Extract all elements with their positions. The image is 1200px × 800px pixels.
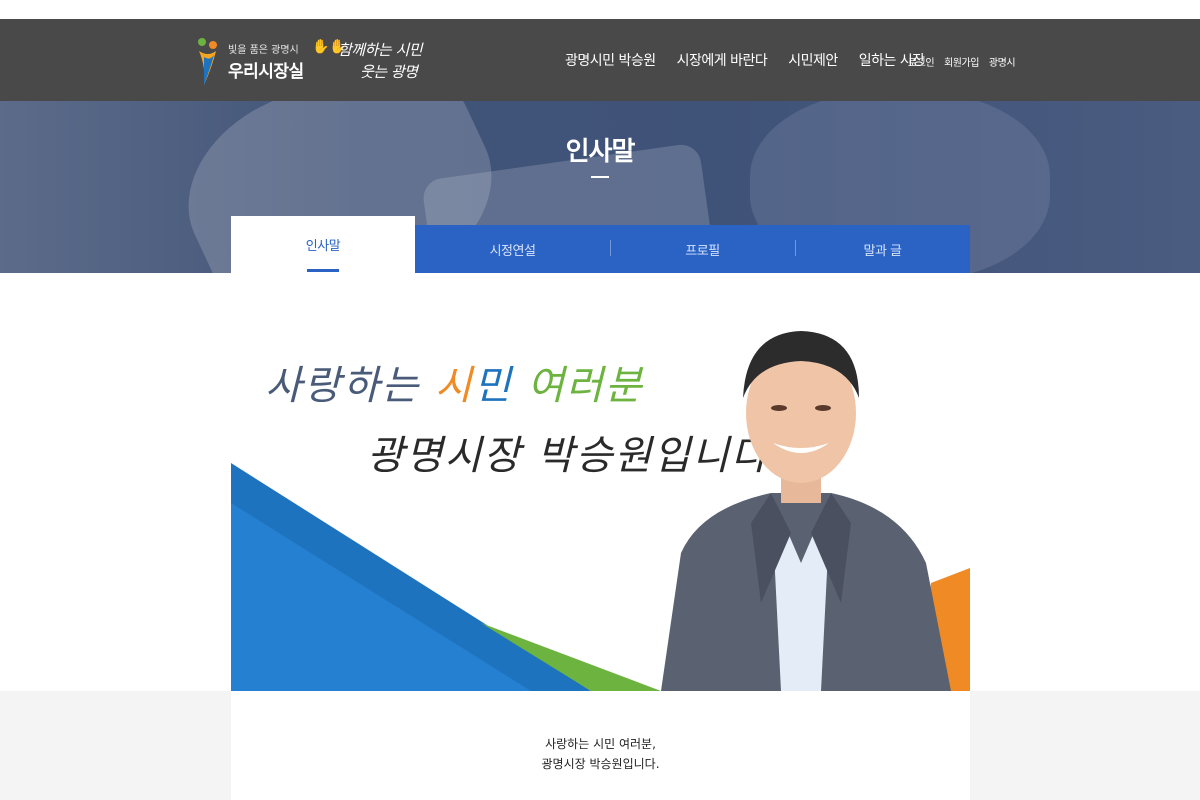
headline-line1: 사랑하는 시민 여러분 <box>265 353 644 411</box>
login-link[interactable]: 로그인 <box>908 54 935 69</box>
site-logo[interactable]: 빛을 품은 광명시 우리시장실 <box>196 37 304 87</box>
tab-profile[interactable]: 프로필 <box>610 225 795 273</box>
greeting-visual: 사랑하는 시민 여러분 광명시장 박승원입니다 <box>231 273 970 691</box>
tab-label: 말과 글 <box>863 243 902 259</box>
site-header: 빛을 품은 광명시 우리시장실 ✋✋ 함께하는 시민 웃는 광명 광명시민 박승… <box>0 19 1200 101</box>
headline-accent-green: 여러분 <box>512 363 644 409</box>
greeting-line2: 광명시장 박승원입니다. <box>541 757 660 771</box>
tab-words[interactable]: 말과 글 <box>795 225 970 273</box>
tab-label: 인사말 <box>305 239 341 254</box>
title-divider <box>591 176 609 178</box>
nav-item-citizen[interactable]: 광명시민 박승원 <box>565 50 656 70</box>
page-title: 인사말 <box>565 137 636 167</box>
nav-item-request[interactable]: 시장에게 바란다 <box>677 50 768 70</box>
utility-links: 로그인 회원가입 광명시 <box>908 54 1016 69</box>
slogan-line1: 함께하는 시민 <box>338 41 423 59</box>
logo-mark-icon <box>198 38 217 85</box>
greeting-card: 사랑하는 시민 여러분, 광명시장 박승원입니다. <box>231 691 970 800</box>
headline-accent-orange: 시 <box>434 363 474 409</box>
headline-accent-blue: 민 <box>473 363 513 409</box>
signup-link[interactable]: 회원가입 <box>944 54 979 69</box>
tab-speech[interactable]: 시정연설 <box>415 225 610 273</box>
main-navigation: 광명시민 박승원 시장에게 바란다 시민제안 일하는 시장 <box>565 50 925 70</box>
tab-label: 시정연설 <box>489 243 536 259</box>
city-site-link[interactable]: 광명시 <box>989 54 1016 69</box>
tab-greeting[interactable]: 인사말 <box>231 216 415 273</box>
active-tab-indicator <box>307 269 339 272</box>
sub-tabs: 인사말 시정연설 프로필 말과 글 <box>231 216 970 273</box>
greeting-line1: 사랑하는 시민 여러분, <box>545 737 656 751</box>
logo-subtitle: 빛을 품은 광명시 <box>228 45 299 56</box>
city-slogan: ✋✋ 함께하는 시민 웃는 광명 <box>312 39 432 83</box>
tab-separator <box>795 240 796 256</box>
logo-title: 우리시장실 <box>228 62 304 82</box>
slogan-line2: 웃는 광명 <box>360 63 418 81</box>
mayor-photo <box>661 331 951 691</box>
tab-separator <box>610 240 611 256</box>
tab-label: 프로필 <box>685 243 720 259</box>
nav-item-proposal[interactable]: 시민제안 <box>788 50 838 70</box>
top-spacer <box>0 0 1200 19</box>
headline-text: 사랑하는 <box>265 363 435 409</box>
